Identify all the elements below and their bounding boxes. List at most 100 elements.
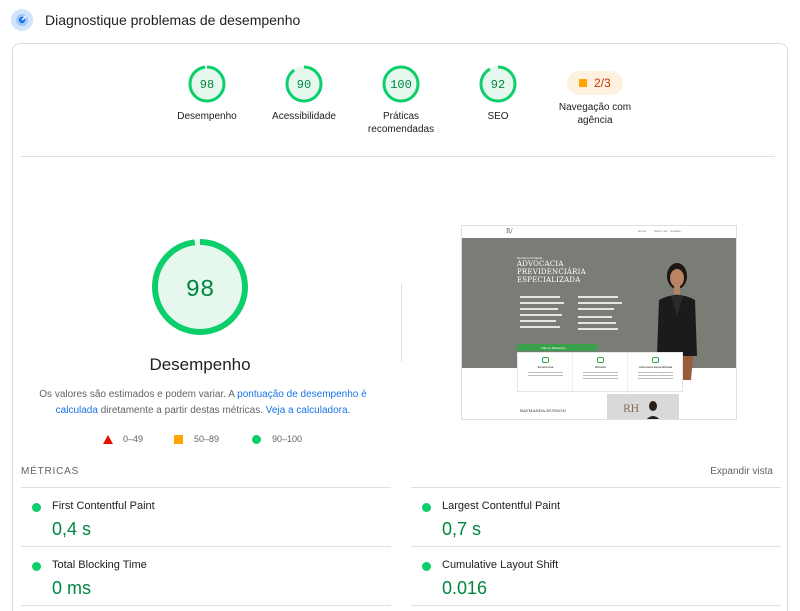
average-square-icon bbox=[579, 79, 587, 87]
screenshot-text-line bbox=[578, 302, 622, 304]
gauge-label-line2: agência bbox=[577, 115, 613, 126]
note-text: Os valores são estimados e podem variar.… bbox=[39, 389, 238, 400]
metric-name: Cumulative Layout Shift bbox=[442, 559, 559, 571]
feature-line bbox=[583, 375, 618, 376]
screenshot-whatsapp-button: Fale no WhatsApp bbox=[517, 344, 597, 351]
metrics-title: MÉTRICAS bbox=[21, 466, 80, 477]
svg-text:RH: RH bbox=[623, 404, 640, 415]
average-square-icon bbox=[174, 435, 183, 444]
screenshot-text-line bbox=[578, 316, 612, 318]
feature-line bbox=[583, 372, 618, 373]
screenshot-text-line bbox=[520, 296, 560, 298]
category-gauges: 98 Desempenho 90 Acessibilidade 100 Prát… bbox=[13, 44, 787, 154]
performance-big-score: 98 bbox=[186, 277, 215, 304]
legend-label: 0–49 bbox=[123, 434, 144, 444]
screenshot-menu-item: Sobre nós bbox=[654, 229, 668, 233]
metric-value: 0 ms bbox=[52, 578, 92, 598]
report-card: 98 Desempenho 90 Acessibilidade 100 Prát… bbox=[12, 43, 788, 611]
metric-divider bbox=[21, 487, 391, 488]
divider bbox=[21, 156, 775, 157]
gauge-label: Acessibilidade bbox=[272, 111, 336, 122]
screenshot-name: RAYMANDA HUDSON bbox=[520, 408, 566, 413]
legend-label: 90–100 bbox=[272, 434, 303, 444]
estimate-note: Os valores são estimados e podem variar.… bbox=[33, 387, 373, 419]
gauge-score: 98 bbox=[200, 78, 214, 92]
metric-tbt: Total Blocking Time 0 ms bbox=[21, 550, 381, 608]
performance-big-gauge: 98 bbox=[152, 239, 248, 335]
feature-icon bbox=[542, 357, 549, 363]
screenshot-text-line bbox=[578, 296, 618, 298]
screenshot-text-line bbox=[520, 302, 564, 304]
screenshot-text-line bbox=[578, 308, 614, 310]
screenshot-text-line bbox=[520, 320, 556, 322]
gauge-label-line1: Navegação com bbox=[558, 102, 632, 113]
screenshot-text-line bbox=[520, 314, 562, 316]
screenshot-logo: R/ bbox=[506, 228, 513, 235]
metric-name: First Contentful Paint bbox=[52, 500, 155, 512]
screenshot-bottom: RAYMANDA HUDSON RH bbox=[462, 394, 736, 419]
navigation-badge-text: 2/3 bbox=[594, 76, 611, 90]
screenshot-feature-card: Experiência bbox=[518, 353, 573, 393]
feature-title: Advocacia Especializada bbox=[638, 365, 673, 369]
screenshot-hero: Escritório Perfilado ADVOCACIA PREVIDENC… bbox=[462, 238, 736, 380]
poor-triangle-icon bbox=[103, 435, 113, 444]
gauge-accessibility[interactable]: 90 Acessibilidade bbox=[254, 64, 354, 123]
gauge-navigation[interactable]: 2/3 Navegação com agência bbox=[545, 62, 645, 127]
gauge-label-line1: Práticas bbox=[382, 111, 420, 122]
calculator-link[interactable]: Veja a calculadora. bbox=[266, 405, 351, 416]
screenshot-text-line bbox=[578, 322, 616, 324]
legend-label: 50–89 bbox=[194, 434, 220, 444]
check-icon bbox=[597, 357, 604, 363]
screenshot-text-line bbox=[520, 326, 560, 328]
feature-line bbox=[528, 375, 563, 376]
feature-line bbox=[583, 378, 618, 379]
screenshot-button-label: Fale no WhatsApp bbox=[541, 346, 566, 350]
feature-line bbox=[638, 372, 673, 373]
expand-view-toggle[interactable]: Expandir vista bbox=[710, 466, 773, 477]
screenshot-feature-card: Advocacia Especializada bbox=[628, 353, 683, 393]
feature-line bbox=[638, 378, 673, 379]
good-circle-icon bbox=[422, 562, 431, 571]
gauge-score: 90 bbox=[297, 78, 311, 92]
gauge-ring: 98 bbox=[188, 65, 226, 103]
gauge-label-line2: recomendadas bbox=[367, 124, 435, 135]
section-title: Diagnostique problemas de desempenho bbox=[45, 12, 301, 28]
good-circle-icon bbox=[32, 503, 41, 512]
gauge-seo[interactable]: 92 SEO bbox=[448, 64, 548, 123]
metric-value: 0.016 bbox=[442, 578, 488, 598]
navigation-badge: 2/3 bbox=[567, 71, 623, 95]
metric-name: Largest Contentful Paint bbox=[442, 500, 561, 512]
gauge-performance[interactable]: 98 Desempenho bbox=[157, 64, 257, 123]
metric-cls: Cumulative Layout Shift 0.016 bbox=[411, 550, 771, 608]
screenshot-text-line bbox=[578, 328, 618, 330]
gauge-ring: 92 bbox=[479, 65, 517, 103]
metric-value: 0,7 s bbox=[442, 519, 482, 539]
screenshot-text-line bbox=[520, 308, 558, 310]
feature-title: Eficácia bbox=[595, 365, 606, 369]
award-icon bbox=[652, 357, 659, 363]
screenshot-feature-cards: Experiência Eficácia Advocacia Especiali… bbox=[517, 352, 683, 393]
gauge-best-practices[interactable]: 100 Práticas recomendadas bbox=[351, 64, 451, 136]
gauge-label: SEO bbox=[487, 111, 509, 122]
feature-line bbox=[638, 375, 673, 376]
section-header: Diagnostique problemas de desempenho bbox=[0, 0, 800, 44]
gauge-score: 100 bbox=[390, 78, 412, 92]
good-circle-icon bbox=[422, 503, 431, 512]
screenshot-headline: ADVOCACIA PREVIDENCIÁRIA ESPECIALIZADA bbox=[517, 260, 586, 284]
gauge-label: Práticas recomendadas bbox=[351, 110, 451, 136]
headline-line: ADVOCACIA bbox=[517, 260, 564, 268]
screenshot-office-photo: RH bbox=[607, 394, 679, 419]
metric-name: Total Blocking Time bbox=[52, 559, 147, 571]
headline-line: PREVIDENCIÁRIA bbox=[517, 268, 586, 276]
gauge-label: Navegação com agência bbox=[545, 101, 645, 127]
metric-lcp: Largest Contentful Paint 0,7 s bbox=[411, 491, 771, 549]
gauge-label: Desempenho bbox=[177, 111, 237, 122]
note-text: diretamente a partir destas métricas. bbox=[97, 405, 266, 416]
metric-divider bbox=[21, 605, 391, 606]
metric-divider bbox=[411, 605, 781, 606]
headline-line: ESPECIALIZADA bbox=[517, 276, 581, 284]
screenshot-nav: R/ Home Sobre nós Contato bbox=[462, 226, 736, 238]
feature-line bbox=[528, 372, 563, 373]
page-screenshot[interactable]: R/ Home Sobre nós Contato Escritório Per… bbox=[461, 225, 737, 420]
office-photo-image: RH bbox=[607, 394, 679, 419]
